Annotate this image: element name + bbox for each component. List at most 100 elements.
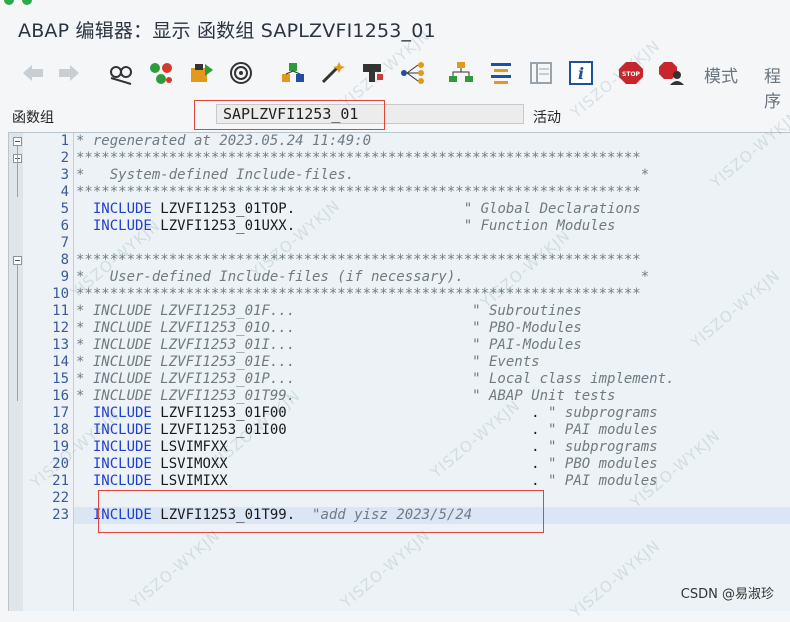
line-number: 13	[52, 337, 69, 353]
svg-text:STOP: STOP	[622, 71, 641, 78]
line-number: 9	[60, 269, 69, 285]
comment-token: " PAI modules	[548, 422, 658, 438]
function-group-label: 函数组	[12, 110, 54, 126]
comment-token: * INCLUDE LZVFI1253_01O... " PBO-Modules	[76, 320, 582, 336]
editor-left-gutter	[9, 133, 24, 611]
function-group-field[interactable]: SAPLZVFI1253_01	[216, 104, 524, 124]
check-object-icon[interactable]	[186, 58, 216, 88]
code-line[interactable]: INCLUDE LZVFI1253_01I00 . " PAI modules	[76, 422, 658, 439]
comment-token: " subprograms	[548, 439, 658, 455]
line-number: 11	[52, 303, 69, 319]
code-area[interactable]: * regenerated at 2023.05.24 11:49:0 *****…	[73, 133, 790, 611]
fold-guide	[17, 265, 18, 401]
line-number: 4	[60, 184, 69, 200]
line-number: 15	[52, 371, 69, 387]
code-line[interactable]: * INCLUDE LZVFI1253_01P... " Local class…	[76, 371, 674, 388]
title-bar: ABAP 编辑器：显示 函数组 SAPLZVFI1253_01	[0, 0, 790, 52]
fold-guide	[17, 146, 18, 197]
identifier-token: LZVFI1253_01T99.	[160, 507, 313, 523]
code-editor[interactable]: 1 2 3 4 5 6 7 8 9 10 11 12 13 14 15 16 17 18 19 20 21 22 23 * …	[8, 132, 790, 611]
code-line[interactable]: * regenerated at 2023.05.24 11:49:0	[76, 133, 371, 150]
keyword-token: INCLUDE	[76, 201, 161, 217]
code-line[interactable]: INCLUDE LSVIMFXX . " subprograms	[76, 439, 658, 456]
code-line[interactable]: * INCLUDE LZVFI1253_01T99. " ABAP Unit t…	[76, 388, 615, 405]
code-line[interactable]: * INCLUDE LZVFI1253_01I... " PAI-Modules	[76, 337, 582, 354]
comment-token: " Global Declarations	[463, 201, 641, 217]
line-number: 1	[60, 133, 69, 149]
comment-token: ****************************************…	[76, 184, 641, 200]
stop-icon[interactable]: STOP	[616, 58, 646, 88]
comment-token: * INCLUDE LZVFI1253_01F... " Subroutines	[76, 303, 582, 319]
code-line[interactable]: ****************************************…	[76, 150, 641, 167]
line-number: 6	[60, 218, 69, 234]
hierarchy-icon[interactable]	[398, 58, 428, 88]
code-line[interactable]: INCLUDE LZVFI1253_01F00 . " subprograms	[76, 405, 658, 422]
line-number: 14	[52, 354, 69, 370]
code-line[interactable]: * INCLUDE LZVFI1253_01F... " Subroutines	[76, 303, 582, 320]
back-arrow-icon[interactable]	[18, 58, 48, 88]
keyword-token: INCLUDE	[76, 473, 161, 489]
code-line[interactable]: ****************************************…	[76, 184, 641, 201]
line-number: 23	[52, 507, 69, 523]
active-inactive-icon[interactable]	[146, 58, 176, 88]
line-number: 20	[52, 456, 69, 472]
line-number: 5	[60, 201, 69, 217]
line-number: 3	[60, 167, 69, 183]
pattern-icon[interactable]	[486, 58, 516, 88]
code-line[interactable]: * INCLUDE LZVFI1253_01O... " PBO-Modules	[76, 320, 582, 337]
keyword-token: INCLUDE	[76, 439, 161, 455]
identifier-token: LZVFI1253_01F00 .	[160, 405, 549, 421]
code-line[interactable]: * User-defined Include-files (if necessa…	[76, 269, 649, 286]
credit-text: CSDN @易淑珍	[680, 587, 774, 602]
app-indicator-icon	[4, 0, 14, 5]
line-number: 2	[60, 150, 69, 166]
code-line[interactable]: * System-defined Include-files. *	[76, 167, 649, 184]
comment-token: * INCLUDE LZVFI1253_01E... " Events	[76, 354, 540, 370]
fold-toggle-icon[interactable]	[13, 256, 22, 265]
mode-menu[interactable]: 模式	[704, 62, 738, 87]
activate-icon[interactable]	[226, 58, 256, 88]
line-number: 17	[52, 405, 69, 421]
line-number: 10	[52, 286, 69, 302]
object-list-icon[interactable]	[446, 58, 476, 88]
comment-token: ****************************************…	[76, 150, 641, 166]
comment-token: * System-defined Include-files. *	[76, 167, 650, 183]
application-toolbar: i STOP 模式 程序	[0, 52, 790, 112]
comment-token: * User-defined Include-files (if necessa…	[76, 269, 650, 285]
line-number: 8	[60, 252, 69, 268]
identifier-token: LSVIMIXX .	[160, 473, 549, 489]
identifier-token: LZVFI1253_01I00 .	[160, 422, 549, 438]
line-number-gutter: 1 2 3 4 5 6 7 8 9 10 11 12 13 14 15 16 17 18 19 20 21 22 23	[23, 133, 73, 611]
code-line[interactable]: INCLUDE LZVFI1253_01T99. "add yisz 2023/…	[76, 507, 472, 524]
identifier-token: LSVIMFXX .	[160, 439, 549, 455]
comment-token: * INCLUDE LZVFI1253_01I... " PAI-Modules	[76, 337, 582, 353]
line-number: 18	[52, 422, 69, 438]
app-indicator-icon	[22, 0, 32, 5]
code-line[interactable]: INCLUDE LZVFI1253_01TOP. " Global Declar…	[76, 201, 641, 218]
code-line[interactable]: INCLUDE LSVIMOXX . " PBO modules	[76, 456, 658, 473]
line-number: 16	[52, 388, 69, 404]
display-change-icon[interactable]	[106, 58, 136, 88]
comment-token: * INCLUDE LZVFI1253_01T99. " ABAP Unit t…	[76, 388, 616, 404]
line-number: 22	[52, 490, 69, 506]
comment-token: ****************************************…	[76, 286, 641, 302]
fold-toggle-icon[interactable]	[13, 137, 22, 146]
line-number: 7	[60, 235, 69, 251]
forward-arrow-icon[interactable]	[54, 58, 84, 88]
wand-icon[interactable]	[318, 58, 348, 88]
code-line[interactable]: INCLUDE LSVIMIXX . " PAI modules	[76, 473, 658, 490]
code-line[interactable]: ****************************************…	[76, 286, 641, 303]
keyword-token: INCLUDE	[76, 422, 161, 438]
comment-token: * regenerated at 2023.05.24 11:49:0	[76, 133, 372, 149]
code-line[interactable]: * INCLUDE LZVFI1253_01E... " Events	[76, 354, 540, 371]
info-icon[interactable]: i	[566, 58, 596, 88]
window-top-strip	[0, 0, 790, 5]
stamp-icon[interactable]	[358, 58, 388, 88]
where-used-icon[interactable]	[278, 58, 308, 88]
layout-icon[interactable]	[526, 58, 556, 88]
code-line[interactable]: ****************************************…	[76, 252, 641, 269]
identifier-token: LZVFI1253_01TOP.	[160, 201, 464, 217]
keyword-token: INCLUDE	[76, 218, 161, 234]
code-line[interactable]: INCLUDE LZVFI1253_01UXX. " Function Modu…	[76, 218, 616, 235]
stop-user-icon[interactable]	[656, 58, 686, 88]
